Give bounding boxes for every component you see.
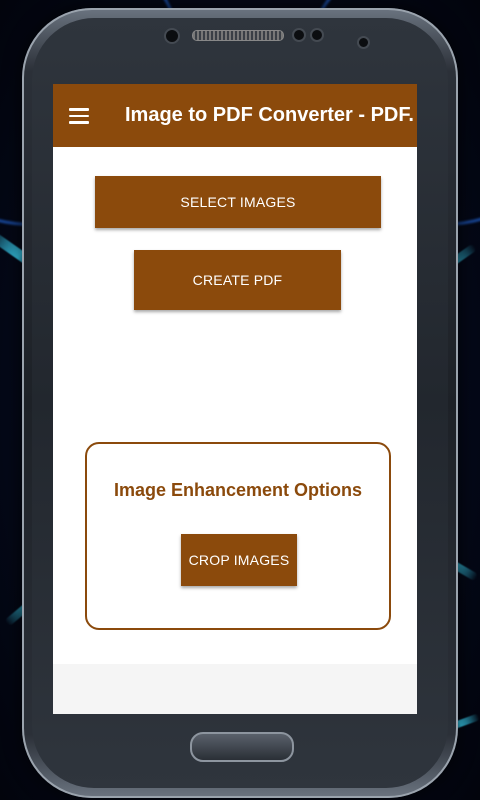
bottom-banner-area	[53, 664, 417, 714]
light-sensor-icon	[310, 28, 324, 42]
panel-title: Image Enhancement Options	[113, 480, 363, 500]
notification-led-icon	[357, 36, 370, 49]
proximity-sensor-icon	[292, 28, 306, 42]
app-screen: Image to PDF Converter - PDF... SELECT I…	[53, 84, 417, 714]
hamburger-menu-icon[interactable]	[69, 108, 89, 124]
earpiece-speaker	[192, 30, 284, 41]
front-camera-icon	[164, 28, 180, 44]
create-pdf-button[interactable]: CREATE PDF	[134, 250, 341, 310]
crop-images-button[interactable]: CROP IMAGES	[181, 534, 297, 586]
home-button[interactable]	[190, 732, 294, 762]
select-images-button[interactable]: SELECT IMAGES	[95, 176, 381, 228]
app-bar: Image to PDF Converter - PDF...	[53, 84, 417, 147]
app-title: Image to PDF Converter - PDF...	[125, 104, 413, 126]
image-enhancement-panel: Image Enhancement Options CROP IMAGES	[85, 442, 391, 630]
